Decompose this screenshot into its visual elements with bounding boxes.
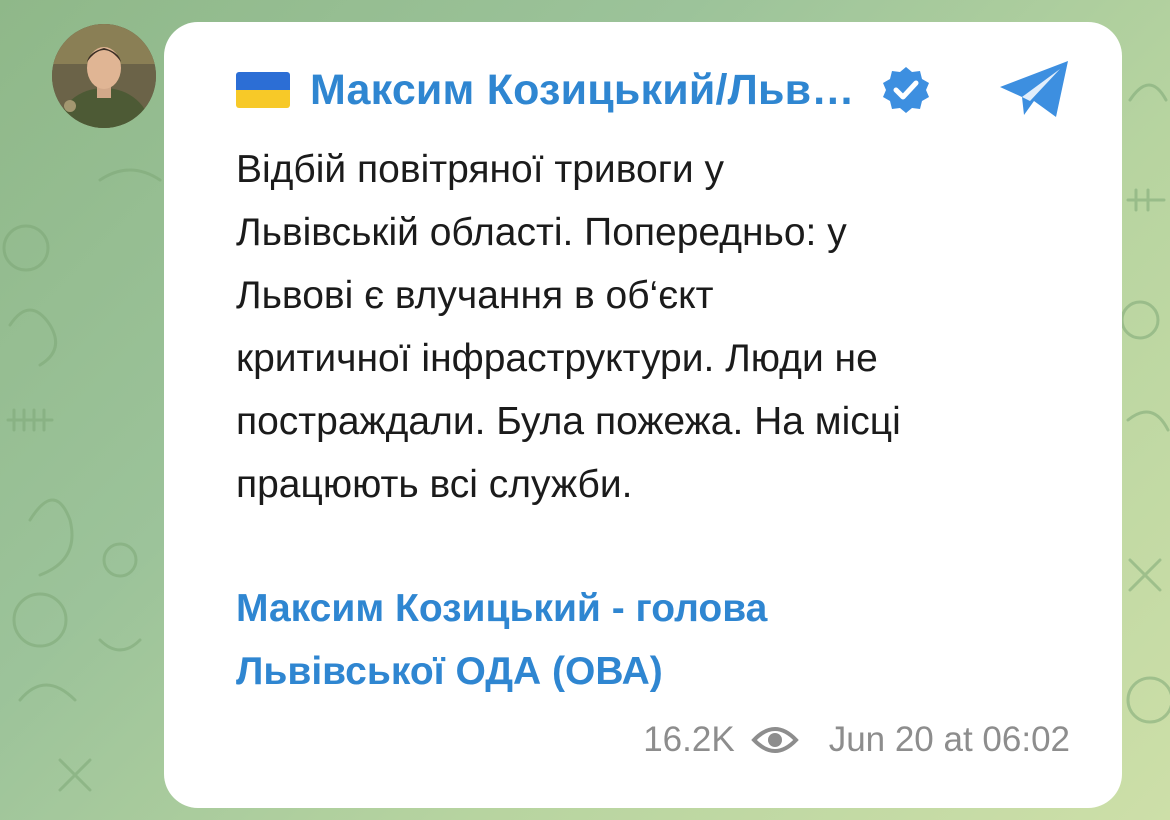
signature-link[interactable]: Максим Козицький - голова Львівської ОДА…: [236, 577, 1096, 703]
ukraine-flag-icon: [236, 72, 290, 108]
view-count: 16.2K: [643, 720, 735, 759]
message-bubble: Максим Козицький/Льв… Відбій повітряної …: [164, 22, 1122, 808]
telegram-icon[interactable]: [996, 59, 1074, 121]
message-meta: 16.2K Jun 20 at 06:02: [643, 720, 1070, 760]
message-header: Максим Козицький/Льв…: [236, 59, 1074, 121]
message-text: Відбій повітряної тривоги у Львівській о…: [236, 148, 901, 506]
eye-icon: [750, 727, 799, 753]
verified-badge-icon: [882, 67, 929, 113]
channel-avatar[interactable]: [52, 24, 156, 128]
channel-name-link[interactable]: Максим Козицький/Льв…: [310, 66, 855, 115]
avatar-portrait: [52, 24, 156, 128]
message-timestamp: Jun 20 at 06:02: [828, 720, 1070, 759]
